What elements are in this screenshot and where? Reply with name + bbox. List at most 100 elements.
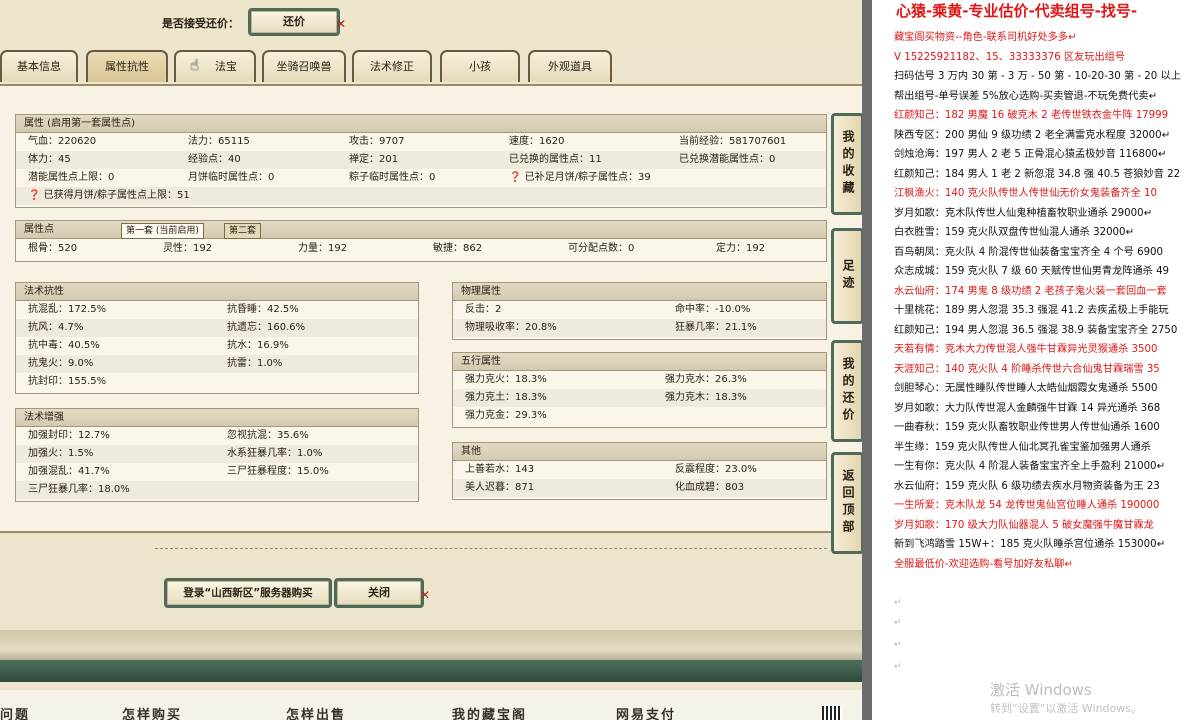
tab-label: 属性抗性 — [105, 60, 149, 73]
note-line: 百鸟朝凤：克火队 4 阶混传世仙装备宝宝齐全 4 个号 6900 — [894, 246, 1164, 258]
attr-row: 潜能属性点上限：0 月饼临时属性点：0 粽子临时属性点：0 ❓ 已补足月饼/粽子… — [16, 169, 826, 187]
note-line: 扫码估号 3 万内 30 第 - 3 万 - 50 第 - 10-20-30 第… — [894, 71, 1181, 82]
close-button[interactable]: 关闭 ✕ — [334, 578, 430, 608]
tab-label: 基本信息 — [17, 60, 61, 73]
note-line: 十里桃花：189 男人忽混 35.3 强混 41.2 去疾孟极上手能玩 — [894, 305, 1169, 316]
attributes-panel: 属性 (启用第一套属性点) 气血：220620 法力：65115 攻击：9707… — [0, 84, 862, 533]
points-header: 属性点 第一套 (当前启用) 第二套 — [16, 221, 826, 239]
scrollbar-gutter[interactable] — [862, 0, 872, 720]
footprints-button[interactable]: 足迹 — [831, 228, 862, 324]
footer-link-my-treasury[interactable]: 我的藏宝阁 — [452, 704, 527, 720]
note-line: 红颜知己：184 男人 1 老 2 新忽混 34.8 强 40.5 苍狼妙音 2… — [894, 168, 1181, 180]
paragraph-mark: ↵ — [894, 662, 902, 672]
back-to-top-button[interactable]: 返回顶部 — [831, 452, 862, 554]
attr-row: ❓ 已获得月饼/粽子属性点上限：51 — [16, 187, 826, 205]
note-line: 江枫渔火：140 克火队传世人传世仙无价女鬼装备齐全 10 — [894, 188, 1158, 199]
note-line: 新到飞鸿踏雪 15W+：185 克火队睡杀宫位通杀 153000↵ — [894, 539, 1166, 550]
tab-spell-correction[interactable]: 法术修正 — [352, 50, 432, 82]
resist-value: 抗鬼火：9.0% — [28, 358, 94, 369]
qr-code-icon — [822, 706, 842, 720]
attributes-header: 属性 (启用第一套属性点) — [16, 115, 826, 133]
enhance-row: 加强混乱：41.7% 三尸狂暴程度：15.0% — [16, 463, 418, 481]
tab-basic-info[interactable]: 基本信息 — [0, 50, 78, 82]
note-line: 帮出组号-单号误差 5%放心选购-买卖管退-不玩免费代卖↵ — [894, 90, 1158, 102]
attr-zongzi-temp: 粽子临时属性点：0 — [349, 172, 436, 183]
login-buy-button[interactable]: 登录“山西新区”服务器购买 — [164, 578, 332, 608]
enhance-value: 加强封印：12.7% — [28, 430, 110, 441]
decorative-teal-band — [0, 660, 862, 682]
elements-header: 五行属性 — [453, 353, 826, 371]
enhance-row: 加强火：1.5% 水系狂暴几率：1.0% — [16, 445, 418, 463]
resist-row: 抗风：4.7% 抗遗忘：160.6% — [16, 319, 418, 337]
resist-value: 抗遗忘：160.6% — [227, 322, 306, 333]
note-line: 一生所爱：克木队龙 54 龙传世鬼仙宫位睡人通杀 190000 — [894, 500, 1160, 511]
activation-watermark-sub: 转到“设置”以激活 Windows。 — [990, 702, 1142, 715]
top-bar: 是否接受还价： 还价 ✕ — [0, 0, 862, 44]
note-line: 全服最低价-欢迎选购-看号加好友私聊↵ — [894, 558, 1073, 570]
enhance-value: 加强混乱：41.7% — [28, 466, 110, 477]
tab-label: 法术修正 — [370, 60, 414, 73]
paragraph-mark: ↵ — [894, 640, 902, 650]
counter-offer-button[interactable]: 还价 ✕ — [248, 8, 346, 36]
attr-stamina: 体力：45 — [28, 154, 71, 165]
note-line: V 15225921182、15、33333376 区友玩出组号 — [894, 51, 1126, 63]
other-value: 反震程度：23.0% — [675, 464, 757, 475]
footer-link-how-to-buy[interactable]: 怎样购买 — [122, 704, 182, 720]
point-endurance: 定力：192 — [716, 243, 766, 254]
paragraph-mark: ↵ — [894, 618, 902, 628]
other-row: 美人迟暮：871 化血成碧：803 — [453, 479, 826, 497]
physical-value: 反击：2 — [465, 304, 502, 315]
spell-enhance-header: 法术增强 — [16, 409, 418, 427]
enhance-value: 忽视抗混：35.6% — [227, 430, 309, 441]
points-row: 根骨：520 灵性：192 力量：192 敏捷：862 可分配点数：0 定力：1… — [16, 240, 826, 258]
element-value: 强力克金：29.3% — [465, 410, 547, 421]
my-counter-offers-button[interactable]: 我的还价 — [831, 340, 862, 442]
resist-row: 抗封印：155.5% — [16, 373, 418, 391]
physical-row: 物理吸收率：20.8% 狂暴几率：21.1% — [453, 319, 826, 337]
resist-row: 抗中毒：40.5% 抗水：16.9% — [16, 337, 418, 355]
note-line: 红颜知己：194 男人忽混 36.5 强混 38.9 装备宝宝齐全 2750 — [894, 324, 1178, 336]
spell-enhance-box: 法术增强 加强封印：12.7% 忽视抗混：35.6% 加强火：1.5% 水系狂暴几率… — [15, 408, 419, 502]
tab-attributes[interactable]: 属性抗性 — [86, 50, 168, 82]
points-box: 属性点 第一套 (当前启用) 第二套 根骨：520 灵性：192 力量：192 … — [15, 220, 827, 262]
note-line: 剑烛沧海：197 男人 2 老 5 正骨混心猿孟极妙音 116800↵ — [894, 149, 1167, 160]
attr-exp: 当前经验：581707601 — [679, 136, 787, 147]
footer-link-faq[interactable]: 问题 — [0, 704, 30, 720]
resist-value: 抗昏睡：42.5% — [227, 304, 299, 315]
element-value: 强力克木：18.3% — [665, 392, 747, 403]
physical-header: 物理属性 — [453, 283, 826, 301]
attr-filled-points-value: 已补足月饼/粽子属性点：39 — [524, 172, 651, 183]
elements-row: 强力克土：18.3% 强力克木：18.3% — [453, 389, 826, 407]
point-unallocated: 可分配点数：0 — [568, 243, 635, 254]
tab-treasure[interactable]: 法宝 — [174, 50, 256, 82]
footer-link-netease-pay[interactable]: 网易支付 — [616, 704, 676, 720]
notes-document: 心猿-乘黄-专业估价-代卖组号-找号- 藏宝阁买物资--角色-联系司机好处多多↵… — [872, 0, 1188, 720]
point-set-1-tab[interactable]: 第一套 (当前启用) — [121, 223, 204, 239]
attr-attack: 攻击：9707 — [349, 136, 405, 147]
footer-link-how-to-sell[interactable]: 怎样出售 — [286, 704, 346, 720]
tab-appearance[interactable]: 外观道具 — [528, 50, 612, 82]
attr-obtained-cap: ❓ 已获得月饼/粽子属性点上限：51 — [28, 187, 190, 205]
point-set-2-tab[interactable]: 第二套 — [224, 223, 262, 239]
resist-value: 抗雷：1.0% — [227, 358, 283, 369]
resist-value: 抗封印：155.5% — [28, 376, 107, 387]
notes-title: 心猿-乘黄-专业估价-代卖组号-找号- — [896, 2, 1138, 20]
attributes-box: 属性 (启用第一套属性点) 气血：220620 法力：65115 攻击：9707… — [15, 114, 827, 208]
attr-row: 体力：45 经验点：40 禅定：201 已兑换的属性点：11 已兑换潜能属性点：… — [16, 151, 826, 169]
tab-child[interactable]: 小孩 — [440, 50, 520, 82]
hand-cursor-icon: ☝ — [190, 56, 200, 74]
resist-value: 抗水：16.9% — [227, 340, 289, 351]
tab-mount-summon[interactable]: 坐骑召唤兽 — [262, 50, 346, 82]
tab-label: 坐骑召唤兽 — [276, 60, 332, 73]
counter-offer-label: 还价 — [283, 15, 305, 28]
note-line: 红颜知己：182 男魔 16 破克木 2 老传世铁衣金牛阵 17999 — [894, 110, 1169, 121]
my-favorites-button[interactable]: 我的收藏 — [831, 113, 862, 215]
point-strength: 力量：192 — [298, 243, 348, 254]
login-buy-label: 登录“山西新区”服务器购买 — [183, 587, 313, 599]
element-value: 强力克水：26.3% — [665, 374, 747, 385]
spell-resist-header: 法术抗性 — [16, 283, 418, 301]
points-header-label: 属性点 — [24, 224, 54, 235]
close-x-icon: ✕ — [419, 588, 430, 602]
elements-row: 强力克火：18.3% 强力克水：26.3% — [453, 371, 826, 389]
physical-value: 狂暴几率：21.1% — [675, 322, 757, 333]
